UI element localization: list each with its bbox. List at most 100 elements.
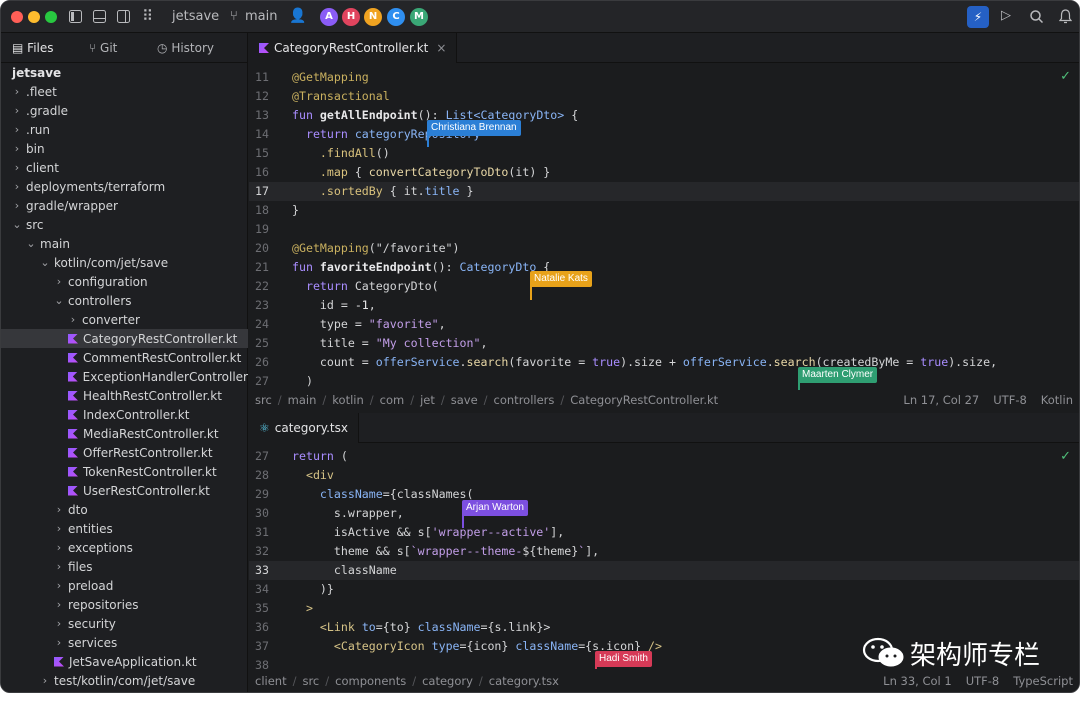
toggle-bottom-panel-icon[interactable] xyxy=(93,10,106,23)
chevron-right-icon[interactable]: › xyxy=(54,560,64,573)
chevron-right-icon[interactable]: › xyxy=(54,598,64,611)
project-root[interactable]: jetsave xyxy=(1,63,248,82)
folder-item[interactable]: › preload xyxy=(1,576,248,595)
tab-git[interactable]: ⑂ Git xyxy=(89,41,117,55)
file-item[interactable]: CommentRestController.kt xyxy=(1,348,248,367)
breadcrumb-item[interactable]: CategoryRestController.kt xyxy=(570,393,718,407)
code-line[interactable]: 18} xyxy=(249,201,1079,220)
file-item[interactable]: IndexController.kt xyxy=(1,405,248,424)
folder-item[interactable]: › client xyxy=(1,158,248,177)
close-tab-icon[interactable]: × xyxy=(436,41,446,55)
folder-item[interactable]: › entities xyxy=(1,519,248,538)
chevron-right-icon[interactable]: › xyxy=(54,503,64,516)
avatar[interactable]: C xyxy=(387,8,405,26)
cursor-position[interactable]: Ln 33, Col 1 xyxy=(883,674,952,688)
chevron-right-icon[interactable]: › xyxy=(12,180,22,193)
folder-item[interactable]: › exceptions xyxy=(1,538,248,557)
avatar[interactable]: M xyxy=(410,8,428,26)
file-language[interactable]: Kotlin xyxy=(1041,393,1073,407)
folder-item[interactable]: ⌄ kotlin/com/jet/save xyxy=(1,253,248,272)
chevron-right-icon[interactable]: › xyxy=(12,199,22,212)
folder-item[interactable]: › bin xyxy=(1,139,248,158)
chevron-right-icon[interactable]: › xyxy=(54,617,64,630)
add-user-icon[interactable]: 👤 xyxy=(289,8,306,24)
search-icon[interactable] xyxy=(1030,10,1043,23)
folder-item[interactable]: › configuration xyxy=(1,272,248,291)
minimize-window-button[interactable] xyxy=(28,11,40,23)
maximize-window-button[interactable] xyxy=(45,11,57,23)
avatar[interactable]: A xyxy=(320,8,338,26)
code-editor-kotlin[interactable]: 11 @GetMapping 12 @Transactional 13 fun getAl… xyxy=(249,68,1079,390)
file-encoding[interactable]: UTF-8 xyxy=(993,393,1027,407)
code-line[interactable]: 35 > xyxy=(249,599,1079,618)
breadcrumb-item[interactable]: src xyxy=(302,674,319,688)
code-line[interactable]: 19 xyxy=(249,220,1079,239)
folder-item[interactable]: › security xyxy=(1,614,248,633)
chevron-down-icon[interactable]: ⌄ xyxy=(54,294,64,307)
tab-category-rest-controller[interactable]: CategoryRestController.kt × xyxy=(249,33,458,63)
code-line[interactable]: 13 fun getAllEndpoint(): List<CategoryDto… xyxy=(249,106,1079,125)
avatar[interactable]: H xyxy=(342,8,360,26)
code-line[interactable]: 28 <div xyxy=(249,466,1079,485)
tab-files[interactable]: ▤ Files xyxy=(12,41,54,55)
chevron-down-icon[interactable]: ⌄ xyxy=(40,256,50,269)
folder-item[interactable]: › converter xyxy=(1,310,248,329)
chevron-right-icon[interactable]: › xyxy=(54,275,64,288)
file-item[interactable]: ExceptionHandlerController xyxy=(1,367,248,386)
breadcrumb-item[interactable]: client xyxy=(255,674,287,688)
code-line[interactable]: 20 @GetMapping("/favorite") xyxy=(249,239,1079,258)
chevron-right-icon[interactable]: › xyxy=(54,541,64,554)
folder-item[interactable]: › services xyxy=(1,633,248,652)
file-item[interactable]: JetSaveApplication.kt xyxy=(1,652,248,671)
chevron-down-icon[interactable]: ⌄ xyxy=(12,218,22,231)
avatar[interactable]: N xyxy=(364,8,382,26)
folder-item[interactable]: ⌄ controllers xyxy=(1,291,248,310)
folder-item[interactable]: › .gradle xyxy=(1,101,248,120)
code-line[interactable]: 32 theme && s[`wrapper--theme-${theme}`]… xyxy=(249,542,1079,561)
folder-item[interactable]: › test/kotlin/com/jet/save xyxy=(1,671,248,690)
code-line[interactable]: 17 .sortedBy { it.title } xyxy=(249,182,1079,201)
folder-item[interactable]: › files xyxy=(1,557,248,576)
branch-name[interactable]: main xyxy=(245,9,277,24)
code-line[interactable]: 15 .findAll() xyxy=(249,144,1079,163)
chevron-right-icon[interactable]: › xyxy=(54,579,64,592)
breadcrumb-item[interactable]: jet xyxy=(420,393,435,407)
chevron-right-icon[interactable]: › xyxy=(12,161,22,174)
file-item[interactable]: CategoryRestController.kt xyxy=(1,329,248,348)
code-line[interactable]: 26 count = offerService.search(favorite … xyxy=(249,353,1079,372)
folder-item[interactable]: ⌄ main xyxy=(1,234,248,253)
chevron-right-icon[interactable]: › xyxy=(12,123,22,136)
file-encoding[interactable]: UTF-8 xyxy=(966,674,1000,688)
code-line[interactable]: 22 return CategoryDto( xyxy=(249,277,1079,296)
code-line[interactable]: 21 fun favoriteEndpoint(): CategoryDto { xyxy=(249,258,1079,277)
code-line[interactable]: 29 className={classNames( xyxy=(249,485,1079,504)
breadcrumb-item[interactable]: main xyxy=(288,393,317,407)
chevron-right-icon[interactable]: › xyxy=(54,522,64,535)
tab-category-tsx[interactable]: ⚛ category.tsx xyxy=(249,413,359,443)
code-line[interactable]: 24 type = "favorite", xyxy=(249,315,1079,334)
run-icon[interactable]: ▷ xyxy=(1001,8,1011,23)
notifications-bell-icon[interactable] xyxy=(1059,9,1072,24)
file-item[interactable]: OfferRestController.kt xyxy=(1,443,248,462)
code-line[interactable]: 14 return categoryRepository xyxy=(249,125,1079,144)
file-item[interactable]: MediaRestController.kt xyxy=(1,424,248,443)
folder-item[interactable]: › .run xyxy=(1,120,248,139)
tab-history[interactable]: ◷ History xyxy=(157,41,214,55)
code-line[interactable]: 25 title = "My collection", xyxy=(249,334,1079,353)
code-line[interactable]: 23 id = -1, xyxy=(249,296,1079,315)
code-line[interactable]: 33 className xyxy=(249,561,1079,580)
breadcrumb-item[interactable]: controllers xyxy=(494,393,555,407)
chevron-right-icon[interactable]: › xyxy=(40,674,50,687)
breadcrumb-item[interactable]: save xyxy=(451,393,478,407)
lightning-icon[interactable]: ⚡ xyxy=(967,6,989,28)
folder-item[interactable]: › repositories xyxy=(1,595,248,614)
code-line[interactable]: 16 .map { convertCategoryToDto(it) } xyxy=(249,163,1079,182)
code-line[interactable]: 30 s.wrapper, xyxy=(249,504,1079,523)
code-line[interactable]: 31 isActive && s['wrapper--active'], xyxy=(249,523,1079,542)
folder-item[interactable]: › deployments/terraform xyxy=(1,177,248,196)
code-line[interactable]: 34 )} xyxy=(249,580,1079,599)
breadcrumb-item[interactable]: category.tsx xyxy=(489,674,559,688)
code-line[interactable]: 27 return ( xyxy=(249,447,1079,466)
chevron-right-icon[interactable]: › xyxy=(54,636,64,649)
code-line[interactable]: 12 @Transactional xyxy=(249,87,1079,106)
